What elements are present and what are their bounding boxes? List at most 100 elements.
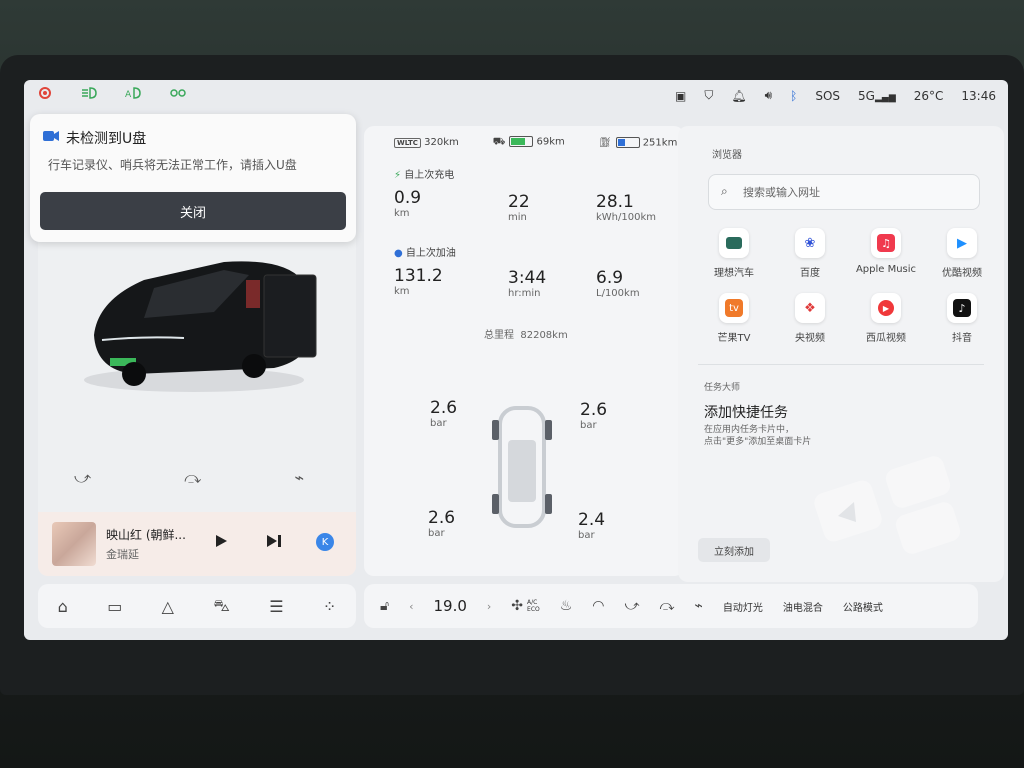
cabin-temperature: 19.0 bbox=[433, 597, 467, 615]
usb-notification: 未检测到U盘 行车记录仪、哨兵将无法正常工作，请插入U盘 关闭 bbox=[30, 114, 356, 242]
vehicle-image[interactable] bbox=[74, 240, 324, 400]
song-title: 映山红 (朝鲜... bbox=[106, 528, 186, 542]
mango-tv-icon: tv bbox=[719, 293, 749, 323]
front-trunk-icon[interactable]: ⤻ bbox=[74, 468, 91, 488]
fuel-icon: ⛽︎ bbox=[598, 137, 612, 149]
task-heading: 添加快捷任务 bbox=[704, 405, 788, 421]
app-douyin[interactable]: ♪ 抖音 bbox=[926, 293, 998, 344]
bluetooth-icon[interactable]: ᛒ bbox=[790, 89, 797, 103]
charge-port-icon[interactable]: ⤼ bbox=[184, 468, 201, 488]
position-light-icon bbox=[168, 86, 188, 100]
fan-icon[interactable]: ✣ bbox=[511, 598, 523, 614]
app-li-auto[interactable]: 理想汽车 bbox=[698, 228, 770, 279]
tire-front-right: 2.6 bar bbox=[580, 400, 608, 431]
close-button[interactable]: 关闭 bbox=[40, 192, 346, 230]
dock: ⌂ ▭ △ ⛍ ☰ ⁘ bbox=[38, 584, 356, 628]
battery-range: ⛟ 69km bbox=[492, 136, 565, 148]
hybrid-mode-button[interactable]: 油电混合 bbox=[783, 599, 823, 614]
outside-temperature: 26°C bbox=[913, 88, 944, 103]
vehicle-quick-controls: ⤻ ⤼ ⌁ bbox=[74, 468, 304, 488]
signal-bars-icon: ▂▄▆ bbox=[874, 92, 896, 103]
sos-label[interactable]: SOS bbox=[815, 89, 840, 103]
temp-up-arrow[interactable]: › bbox=[487, 600, 491, 613]
song-artist: 金瑞延 bbox=[106, 548, 139, 561]
charge-consumption: 28.1 kWh/100km bbox=[596, 192, 657, 223]
app-xigua[interactable]: ▶ 西瓜视频 bbox=[850, 293, 922, 344]
media-icon[interactable]: ▭ bbox=[107, 597, 122, 616]
app-cctv[interactable]: ❖ 央视频 bbox=[774, 293, 846, 344]
lightning-icon: ⚡︎ bbox=[394, 170, 402, 181]
next-track-icon[interactable] bbox=[266, 534, 282, 548]
tire-rear-left: 2.6 bar bbox=[428, 508, 456, 539]
app-grid: 理想汽车 ❀ 百度 ♫ Apple Music ▶ 优酷视频 tv 芒果TV ❖ 央视频 … bbox=[698, 228, 998, 344]
fuel-section-title: ● 自上次加油 bbox=[394, 248, 456, 259]
app-youku[interactable]: ▶ 优酷视频 bbox=[926, 228, 998, 279]
kuwo-music-icon[interactable]: K bbox=[316, 533, 334, 551]
charge-section-title: ⚡︎ 自上次充电 bbox=[394, 170, 455, 181]
cctv-icon: ❖ bbox=[795, 293, 825, 323]
charge-duration: 22 min bbox=[508, 192, 530, 223]
notification-message: 行车记录仪、哨兵将无法正常工作，请插入U盘 bbox=[48, 158, 297, 172]
tire-rear-right: 2.4 bar bbox=[578, 510, 606, 541]
auto-headlight-icon: A bbox=[124, 86, 142, 100]
headlight-icon bbox=[80, 86, 98, 100]
road-mode-button[interactable]: 公路模式 bbox=[843, 599, 883, 614]
defrost-icon[interactable]: ◠ bbox=[592, 598, 604, 614]
fuel-consumption: 6.9 L/100km bbox=[596, 268, 640, 299]
app-mango-tv[interactable]: tv 芒果TV bbox=[698, 293, 770, 344]
browser-panel: 浏览器 ⌕ 搜索或输入网址 理想汽车 ❀ 百度 ♫ Apple Music ▶ 优酷视… bbox=[678, 126, 1004, 582]
odometer: 总里程 82208km bbox=[484, 330, 568, 341]
browser-title: 浏览器 bbox=[712, 150, 742, 161]
calendar-icon[interactable]: ▣ bbox=[675, 89, 686, 103]
volume-icon[interactable]: 🔊︎ bbox=[765, 88, 773, 103]
plug-icon[interactable]: ⌁ bbox=[294, 468, 304, 488]
youku-icon: ▶ bbox=[947, 228, 977, 258]
temp-down-arrow[interactable]: ‹ bbox=[409, 600, 413, 613]
apple-music-icon: ♫ bbox=[871, 228, 901, 258]
status-bar: A ▣ ⛉ 🔔︎ 🔊︎ ᛒ SOS 5G▂▄▆ 26°C 13:46 bbox=[24, 80, 1008, 112]
wltc-tag: WLTC bbox=[394, 138, 421, 149]
wltc-range: WLTC 320km bbox=[394, 137, 459, 149]
task-description: 在应用内任务卡片中， 点击"更多"添加至桌面卡片 bbox=[704, 425, 812, 447]
clock: 13:46 bbox=[961, 88, 996, 103]
music-player[interactable]: 映山红 (朝鲜... 金瑞延 K bbox=[38, 512, 356, 576]
controls-toggle-icon[interactable]: ☰ bbox=[269, 597, 283, 616]
charge-port-icon[interactable]: ⤼ bbox=[659, 598, 674, 614]
fuel-bar bbox=[615, 137, 640, 148]
task-illustration-icon bbox=[814, 456, 961, 554]
home-icon[interactable]: ⌂ bbox=[58, 597, 68, 616]
shield-icon[interactable]: ⛉ bbox=[704, 88, 713, 103]
infotainment-screen: A ▣ ⛉ 🔔︎ 🔊︎ ᛒ SOS 5G▂▄▆ 26°C 13:46 ⤻ ⤼ ⌁… bbox=[24, 80, 1008, 640]
douyin-icon: ♪ bbox=[947, 293, 977, 323]
add-task-button[interactable]: 立刻添加 bbox=[698, 538, 770, 562]
album-art[interactable] bbox=[52, 522, 96, 566]
tire-front-left: 2.6 bar bbox=[430, 398, 458, 429]
hazard-warning-icon[interactable] bbox=[36, 86, 54, 100]
car-top-view-icon bbox=[492, 406, 552, 528]
fuel-distance: 131.2 km bbox=[394, 266, 443, 297]
bell-muted-icon[interactable]: 🔔︎ bbox=[731, 89, 746, 103]
climate-bar: 🔓︎ ‹ 19.0 › ✣ A/C ECO ♨ ◠ ⤻ ⤼ ⌁ 自动灯光 油电混合… bbox=[364, 584, 978, 628]
search-placeholder: 搜索或输入网址 bbox=[743, 186, 820, 199]
battery-bar bbox=[509, 136, 534, 147]
notification-title: 未检测到U盘 bbox=[66, 131, 147, 147]
seat-heat-icon[interactable]: ♨ bbox=[560, 598, 573, 614]
dashcam-icon bbox=[42, 128, 60, 147]
plug-icon[interactable]: ⌁ bbox=[694, 598, 702, 614]
app-baidu[interactable]: ❀ 百度 bbox=[774, 228, 846, 279]
front-trunk-icon[interactable]: ⤻ bbox=[625, 598, 640, 614]
svg-text:A: A bbox=[125, 90, 132, 100]
auto-light-button[interactable]: 自动灯光 bbox=[723, 599, 763, 614]
fuel-duration: 3:44 hr:min bbox=[508, 268, 547, 299]
unlock-icon[interactable]: 🔓︎ bbox=[380, 598, 389, 614]
xigua-icon: ▶ bbox=[871, 293, 901, 323]
apps-grid-icon[interactable]: ⁘ bbox=[323, 597, 336, 616]
play-icon[interactable] bbox=[214, 534, 228, 548]
ac-eco-toggle[interactable]: A/C ECO bbox=[527, 599, 540, 613]
vehicle-icon[interactable]: ⛍ bbox=[213, 596, 230, 617]
divider bbox=[698, 364, 984, 365]
navigation-icon[interactable]: △ bbox=[162, 597, 174, 616]
app-apple-music[interactable]: ♫ Apple Music bbox=[850, 228, 922, 279]
droplet-icon: ● bbox=[394, 248, 403, 259]
search-input[interactable]: ⌕ 搜索或输入网址 bbox=[708, 174, 980, 210]
